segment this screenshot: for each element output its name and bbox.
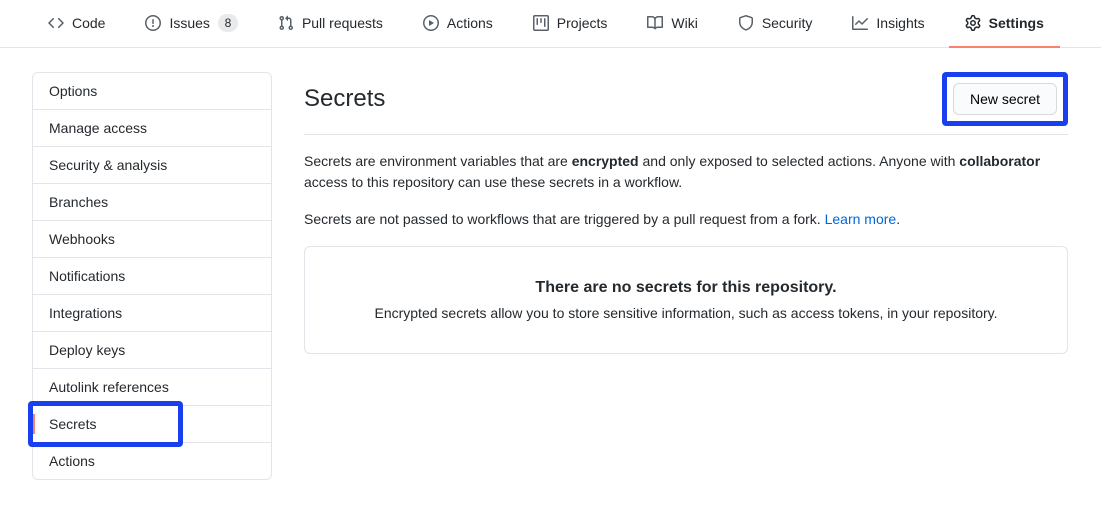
empty-state-title: There are no secrets for this repository… (337, 279, 1035, 297)
highlight-box: New secret (942, 72, 1068, 126)
pull-request-icon (278, 15, 294, 31)
sidebar-item-label: Secrets (49, 416, 96, 432)
tab-insights-label: Insights (876, 15, 924, 31)
sidebar-item-label: Autolink references (49, 379, 169, 395)
tab-issues-label: Issues (169, 15, 209, 31)
sidebar-item-notifications[interactable]: Notifications (33, 258, 271, 295)
sidebar-item-label: Options (49, 83, 97, 99)
subhead: Secrets New secret (304, 72, 1068, 135)
sidebar-item-integrations[interactable]: Integrations (33, 295, 271, 332)
settings-menu: Options Manage access Security & analysi… (32, 72, 272, 480)
tab-actions-label: Actions (447, 15, 493, 31)
tab-settings[interactable]: Settings (949, 0, 1060, 48)
sidebar-item-webhooks[interactable]: Webhooks (33, 221, 271, 258)
sidebar-item-deploy-keys[interactable]: Deploy keys (33, 332, 271, 369)
book-icon (647, 15, 663, 31)
new-secret-button[interactable]: New secret (953, 83, 1057, 115)
tab-projects[interactable]: Projects (517, 0, 624, 48)
learn-more-link[interactable]: Learn more (825, 211, 897, 227)
tab-wiki[interactable]: Wiki (631, 0, 713, 48)
sidebar-item-label: Webhooks (49, 231, 115, 247)
sidebar-item-manage-access[interactable]: Manage access (33, 110, 271, 147)
graph-icon (852, 15, 868, 31)
sidebar-item-security-analysis[interactable]: Security & analysis (33, 147, 271, 184)
shield-icon (738, 15, 754, 31)
sidebar-item-autolink-references[interactable]: Autolink references (33, 369, 271, 406)
sidebar-item-label: Manage access (49, 120, 147, 136)
repo-nav: Code Issues 8 Pull requests Actions Proj… (0, 0, 1101, 48)
sidebar-item-label: Branches (49, 194, 108, 210)
tab-code[interactable]: Code (32, 0, 121, 48)
tab-projects-label: Projects (557, 15, 608, 31)
page-title: Secrets (304, 85, 385, 113)
play-icon (423, 15, 439, 31)
secrets-description-1: Secrets are environment variables that a… (304, 151, 1068, 193)
gear-icon (965, 15, 981, 31)
code-icon (48, 15, 64, 31)
project-icon (533, 15, 549, 31)
sidebar-item-label: Deploy keys (49, 342, 125, 358)
tab-code-label: Code (72, 15, 105, 31)
settings-sidebar: Options Manage access Security & analysi… (32, 72, 272, 480)
secrets-description-2: Secrets are not passed to workflows that… (304, 209, 1068, 230)
sidebar-item-options[interactable]: Options (33, 73, 271, 110)
empty-state: There are no secrets for this repository… (304, 246, 1068, 354)
tab-pulls[interactable]: Pull requests (262, 0, 399, 48)
sidebar-item-label: Security & analysis (49, 157, 167, 173)
sidebar-item-label: Actions (49, 453, 95, 469)
sidebar-item-label: Notifications (49, 268, 125, 284)
tab-wiki-label: Wiki (671, 15, 697, 31)
sidebar-item-secrets[interactable]: Secrets (33, 406, 271, 443)
tab-security[interactable]: Security (722, 0, 829, 48)
issue-icon (145, 15, 161, 31)
tab-pulls-label: Pull requests (302, 15, 383, 31)
tab-actions[interactable]: Actions (407, 0, 509, 48)
tab-security-label: Security (762, 15, 813, 31)
settings-container: Options Manage access Security & analysi… (0, 48, 1100, 504)
tab-insights[interactable]: Insights (836, 0, 940, 48)
issues-count-badge: 8 (218, 14, 238, 32)
empty-state-text: Encrypted secrets allow you to store sen… (337, 305, 1035, 321)
tab-issues[interactable]: Issues 8 (129, 0, 253, 48)
sidebar-item-label: Integrations (49, 305, 122, 321)
sidebar-item-branches[interactable]: Branches (33, 184, 271, 221)
sidebar-item-actions[interactable]: Actions (33, 443, 271, 479)
main-content: Secrets New secret Secrets are environme… (304, 72, 1068, 480)
tab-settings-label: Settings (989, 15, 1044, 31)
